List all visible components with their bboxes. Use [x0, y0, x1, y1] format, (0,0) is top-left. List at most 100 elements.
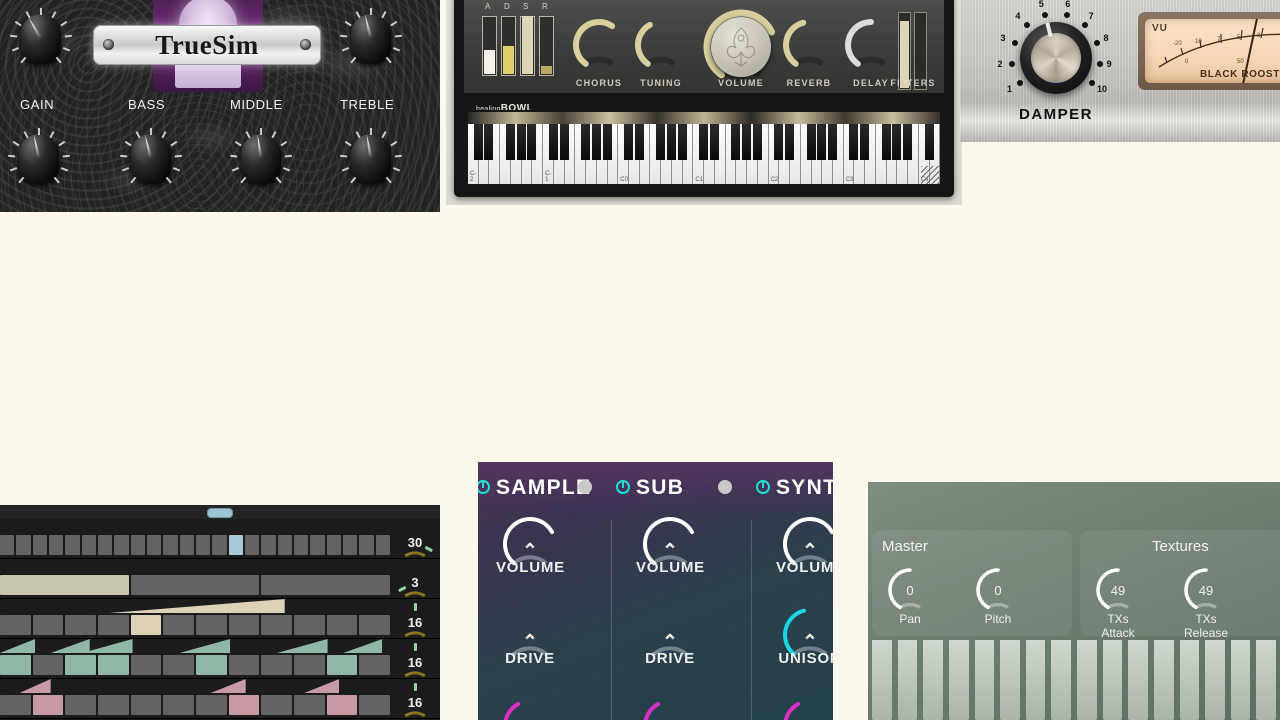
- piano-white-key[interactable]: C-1: [543, 124, 558, 184]
- piano-black-key[interactable]: [752, 124, 762, 160]
- master-key[interactable]: [1025, 640, 1046, 720]
- piano-white-key[interactable]: [500, 124, 515, 184]
- bowl-knob-reverb[interactable]: [782, 18, 836, 72]
- sequencer-lane[interactable]: [0, 535, 390, 555]
- master-knob-txs-attack[interactable]: 49 TXs Attack: [1090, 562, 1146, 640]
- sequencer-step[interactable]: [163, 655, 195, 675]
- sequencer-step[interactable]: [293, 535, 309, 555]
- sequencer-step[interactable]: [98, 695, 129, 715]
- master-key[interactable]: [1051, 640, 1071, 720]
- piano-black-key[interactable]: [527, 124, 537, 160]
- sequencer-step[interactable]: [32, 655, 64, 675]
- sequencer-step[interactable]: [228, 655, 260, 675]
- piano-black-key[interactable]: [559, 124, 569, 160]
- piano-black-key[interactable]: [473, 124, 483, 160]
- osc-power-sample[interactable]: [478, 480, 490, 494]
- adsr-slider-R[interactable]: [539, 16, 554, 76]
- sequencer-knob-3[interactable]: 16: [392, 640, 438, 684]
- sequencer-step[interactable]: [359, 535, 374, 555]
- sequencer-lane[interactable]: [0, 655, 391, 675]
- piano-black-key[interactable]: [860, 124, 870, 160]
- master-key[interactable]: [1256, 640, 1276, 720]
- sequencer-knob-4[interactable]: 16: [392, 680, 438, 720]
- piano-white-key[interactable]: [650, 124, 666, 184]
- osc-power-synth[interactable]: [756, 480, 770, 494]
- sequencer-step[interactable]: [228, 615, 260, 635]
- sequencer-knob-0[interactable]: 30: [392, 520, 438, 564]
- sequencer-step[interactable]: [244, 535, 260, 555]
- osc-knob-sub-volume[interactable]: ⌃ VOLUME: [636, 512, 704, 576]
- osc-knob-sample-drive[interactable]: ⌃ DRIVE: [496, 603, 564, 667]
- sequencer-lane[interactable]: [0, 695, 391, 715]
- master-knob-pan[interactable]: 0 Pan: [882, 562, 938, 626]
- sequencer-step[interactable]: [261, 535, 276, 555]
- sequencer-lane[interactable]: [0, 575, 391, 595]
- piano-black-key[interactable]: [634, 124, 644, 160]
- sequencer-step[interactable]: [16, 535, 31, 555]
- sequencer-step[interactable]: [130, 535, 145, 555]
- piano-white-key[interactable]: C2: [768, 124, 784, 184]
- sequencer-step[interactable]: [228, 695, 260, 715]
- piano-black-key[interactable]: [677, 124, 687, 160]
- sequencer-step[interactable]: [179, 535, 194, 555]
- piano-white-key[interactable]: C1: [693, 124, 709, 184]
- osc-knob-sub-mod[interactable]: ⌃: [636, 694, 704, 720]
- sequencer-step[interactable]: [163, 535, 178, 555]
- piano-black-key[interactable]: [903, 124, 913, 160]
- sequencer-step[interactable]: [48, 535, 64, 555]
- amp-knob-gain[interactable]: [8, 128, 70, 190]
- master-key[interactable]: [948, 640, 969, 720]
- piano-black-key[interactable]: [484, 124, 494, 160]
- sequencer-step[interactable]: [294, 615, 325, 635]
- piano-black-key[interactable]: [806, 124, 816, 160]
- piano-white-key[interactable]: [575, 124, 591, 184]
- damper-knob[interactable]: 1 2 3 4 5 6 7 8 9 10: [997, 0, 1112, 108]
- piano-black-key[interactable]: [774, 124, 784, 160]
- amp-knob-middle[interactable]: [230, 128, 292, 190]
- piano-black-key[interactable]: [624, 124, 634, 160]
- piano-white-key[interactable]: C3: [843, 124, 859, 184]
- sequencer-step[interactable]: [0, 695, 31, 715]
- piano-keys[interactable]: C-2C-1C0C1C2C3C4: [468, 124, 941, 184]
- sequencer-step[interactable]: [98, 655, 129, 675]
- piano-black-key[interactable]: [731, 124, 741, 160]
- piano-black-key[interactable]: [849, 124, 859, 160]
- master-key[interactable]: [923, 640, 943, 720]
- sequencer-step[interactable]: [163, 695, 195, 715]
- master-key[interactable]: [1230, 640, 1251, 720]
- sequencer-step[interactable]: [114, 535, 129, 555]
- adsr-slider-A[interactable]: [482, 16, 497, 76]
- sequencer-step[interactable]: [261, 615, 293, 635]
- sequencer-step[interactable]: [294, 695, 325, 715]
- master-key[interactable]: [974, 640, 995, 720]
- piano-white-key[interactable]: [875, 124, 891, 184]
- sequencer-knob-2[interactable]: 16: [392, 600, 438, 644]
- sequencer-step[interactable]: [195, 535, 211, 555]
- bowl-knob-delay[interactable]: [844, 18, 898, 72]
- sequencer-step[interactable]: [277, 535, 292, 555]
- sequencer-step[interactable]: [0, 575, 129, 595]
- sequencer-step[interactable]: [326, 615, 358, 635]
- piano-black-key[interactable]: [892, 124, 902, 160]
- osc-knob-synth-mod[interactable]: ⌃: [776, 694, 833, 720]
- master-key[interactable]: [1077, 640, 1097, 720]
- piano-black-key[interactable]: [881, 124, 891, 160]
- sequencer-step[interactable]: [212, 535, 227, 555]
- sequencer-step[interactable]: [146, 535, 162, 555]
- sequencer-step[interactable]: [130, 695, 162, 715]
- sequencer-step[interactable]: [196, 695, 227, 715]
- osc-knob-synth-volume[interactable]: ⌃VOLUME: [776, 512, 833, 576]
- sequencer-step[interactable]: [32, 695, 64, 715]
- sequencer-step[interactable]: [359, 615, 391, 635]
- piano-black-key[interactable]: [709, 124, 719, 160]
- osc-power-sub[interactable]: [616, 480, 630, 494]
- adsr-slider-D[interactable]: [501, 16, 516, 76]
- piano-black-key[interactable]: [656, 124, 666, 160]
- sequencer-step[interactable]: [163, 615, 195, 635]
- master-key[interactable]: [1153, 640, 1174, 720]
- master-key[interactable]: [1205, 640, 1225, 720]
- master-key[interactable]: [1102, 640, 1123, 720]
- piano-white-key[interactable]: [725, 124, 741, 184]
- piano-black-key[interactable]: [602, 124, 612, 160]
- sequencer-step[interactable]: [32, 615, 64, 635]
